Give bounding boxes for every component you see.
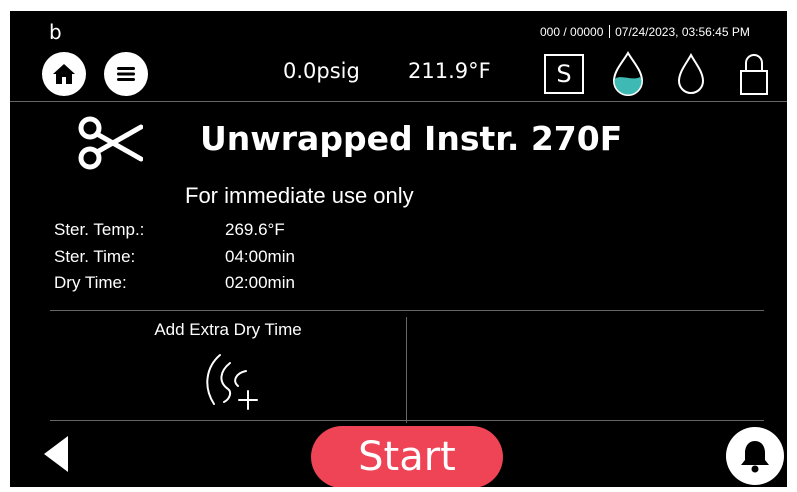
water-drop-outline-icon [677,53,705,94]
program-title: Unwrapped Instr. 270F [200,119,623,158]
options-bottom-divider [50,420,764,421]
dry-time-value: 02:00min [225,273,295,292]
water-drop-icon [612,51,644,96]
pressure-readout: 0.0psig [283,59,360,83]
date-time: 07/24/2023, 03:56:45 PM [615,25,750,39]
corner-label: b [49,20,62,44]
standby-badge: S [544,54,584,94]
options-vertical-divider [406,317,407,423]
menu-button[interactable] [104,52,148,96]
add-extra-dry-time-label: Add Extra Dry Time [154,320,302,339]
autoclave-screen: b 000 / 00000 07/24/2023, 03:56:45 PM 0.… [10,11,787,487]
status-divider [608,25,610,38]
scissors-icon [78,116,143,170]
start-button-label: Start [358,434,456,480]
ster-temp-label: Ster. Temp.: [54,220,145,239]
home-icon [53,64,75,84]
lock-icon[interactable] [738,51,770,97]
menu-icon [117,67,135,81]
add-extra-dry-time-button[interactable]: Add Extra Dry Time [50,311,406,419]
start-button[interactable]: Start [311,426,503,487]
bell-icon [741,441,769,473]
ster-time-value: 04:00min [225,247,295,266]
header-divider [10,101,787,102]
status-readout: 000 / 00000 07/24/2023, 03:56:45 PM [540,25,750,39]
standby-badge-label: S [556,60,572,88]
ster-time-label: Ster. Time: [54,247,136,266]
alarm-button[interactable] [726,427,784,485]
dry-time-label: Dry Time: [54,273,127,292]
temperature-readout: 211.9°F [408,59,491,83]
program-subtitle: For immediate use only [185,183,414,208]
ster-temp-value: 269.6°F [225,220,285,239]
home-button[interactable] [42,52,86,96]
back-arrow-icon[interactable] [42,434,70,474]
dry-time-add-icon [206,354,258,410]
cycle-counter: 000 / 00000 [540,25,604,39]
